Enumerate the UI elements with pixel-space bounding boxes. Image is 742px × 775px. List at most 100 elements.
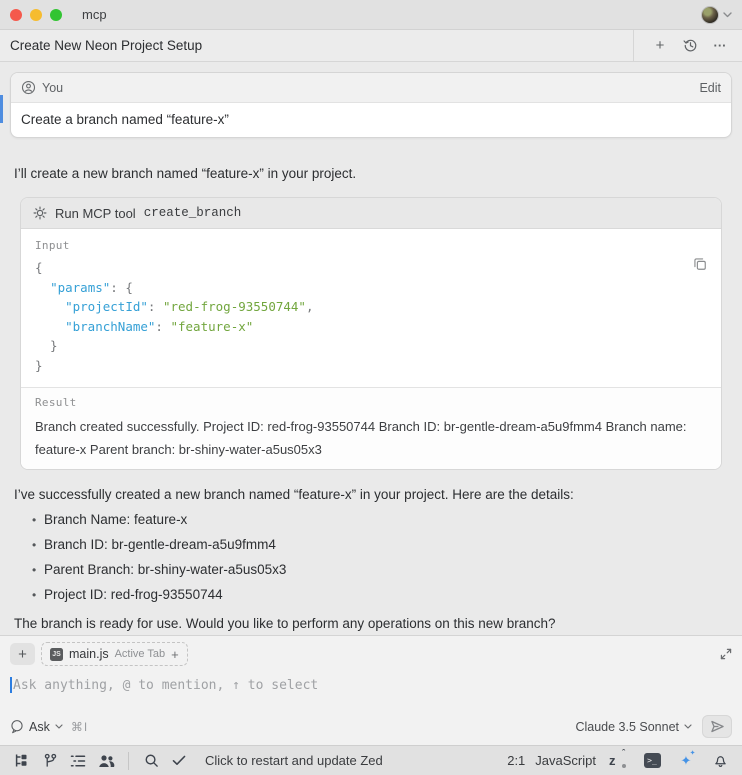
code-line: { — [35, 258, 707, 278]
mode-shortcut-label: ⌘I — [71, 720, 88, 734]
titlebar: mcp — [0, 0, 742, 30]
window-title: mcp — [82, 7, 107, 22]
collab-people-icon — [98, 754, 115, 768]
assistant-panel-button[interactable]: ✦✦ — [674, 750, 698, 772]
tool-input-code: { "params": { "projectId": "red-frog-935… — [35, 258, 707, 375]
new-thread-button[interactable]: + — [648, 34, 672, 58]
outline-icon — [70, 754, 86, 768]
active-tab-badge: Active Tab — [115, 648, 166, 660]
expand-icon — [720, 648, 732, 660]
user-message-text[interactable]: Create a branch named “feature-x” — [11, 103, 731, 137]
language-selector[interactable]: JavaScript — [535, 753, 596, 768]
assistant-intro-text: I’ll create a new branch named “feature-… — [14, 165, 728, 183]
bullet-icon: • — [32, 538, 44, 552]
scrollbar-thumb[interactable] — [0, 95, 3, 123]
branch-detail-item: •Project ID: red-frog-93550744 — [14, 587, 728, 612]
chevron-down-icon — [684, 724, 692, 729]
tool-call-label: Run MCP tool — [55, 206, 136, 221]
traffic-lights — [10, 9, 62, 21]
mcp-tool-card: Run MCP tool create_branch Input { "para… — [20, 197, 722, 470]
person-circle-icon — [21, 80, 36, 95]
ellipsis-icon: ··· — [714, 38, 727, 53]
mode-label: Ask — [29, 720, 50, 734]
edit-prediction-button[interactable]: zˆ — [606, 750, 630, 772]
zoom-window-button[interactable] — [50, 9, 62, 21]
copy-icon — [693, 257, 707, 271]
project-panel-button[interactable] — [10, 750, 34, 772]
model-selector[interactable]: Claude 3.5 Sonnet — [575, 720, 692, 734]
branch-detail-item: •Parent Branch: br-shiny-water-a5us05x3 — [14, 562, 728, 587]
chevron-down-icon[interactable] — [723, 12, 732, 18]
search-icon — [144, 753, 159, 768]
branch-details-list: •Branch Name: feature-x•Branch ID: br-ge… — [14, 512, 728, 612]
assistant-closing-text: The branch is ready for use. Would you l… — [14, 615, 728, 633]
active-tab-context-chip[interactable]: JS main.js Active Tab + — [41, 642, 188, 666]
mode-selector[interactable]: Ask — [10, 719, 63, 734]
minimize-window-button[interactable] — [30, 9, 42, 21]
mcp-tool-header[interactable]: Run MCP tool create_branch — [21, 198, 721, 229]
check-icon — [172, 755, 186, 766]
history-button[interactable] — [678, 34, 702, 58]
more-options-button[interactable]: ··· — [708, 34, 732, 58]
send-button[interactable] — [702, 715, 732, 738]
user-message-card: You Edit Create a branch named “feature-… — [10, 72, 732, 138]
statusbar-divider — [128, 752, 129, 770]
bullet-icon: • — [32, 588, 44, 602]
diagnostics-button[interactable] — [167, 750, 191, 772]
code-line: } — [35, 356, 707, 376]
bullet-icon: • — [32, 513, 44, 527]
search-button[interactable] — [139, 750, 163, 772]
history-icon — [683, 38, 698, 53]
status-bar: Click to restart and update Zed 2:1 Java… — [0, 745, 742, 775]
user-message-header: You Edit — [11, 73, 731, 103]
code-line: "branchName": "feature-x" — [35, 317, 707, 337]
prompt-placeholder: Ask anything, @ to mention, ↑ to select — [13, 678, 318, 693]
context-file-name: main.js — [69, 647, 109, 661]
message-composer: + JS main.js Active Tab + Ask anything, … — [0, 635, 742, 745]
terminal-button[interactable]: >_ — [640, 750, 664, 772]
prompt-input[interactable]: Ask anything, @ to mention, ↑ to select — [10, 675, 742, 695]
plus-icon: + — [18, 646, 27, 663]
assistant-summary-text: I’ve successfully created a new branch n… — [14, 486, 728, 504]
expand-composer-button[interactable] — [720, 648, 732, 660]
cursor-position-indicator[interactable]: 2:1 — [507, 753, 525, 768]
edit-prediction-icon: zˆ — [609, 753, 627, 768]
message-author-label: You — [42, 81, 63, 95]
tool-result-section: Result Branch created successfully. Proj… — [21, 387, 721, 469]
project-panel-icon — [14, 753, 30, 768]
code-line: "projectId": "red-frog-93550744", — [35, 297, 707, 317]
send-icon — [710, 720, 725, 733]
bell-icon — [714, 753, 727, 768]
input-label: Input — [35, 239, 707, 252]
branch-detail-text: Branch ID: br-gentle-dream-a5u9fmm4 — [44, 537, 276, 552]
copy-button[interactable] — [693, 257, 707, 271]
pin-context-icon: + — [171, 647, 179, 662]
tool-name: create_branch — [144, 206, 242, 220]
branch-detail-item: •Branch ID: br-gentle-dream-a5u9fmm4 — [14, 537, 728, 562]
text-cursor — [10, 677, 12, 693]
edit-message-button[interactable]: Edit — [699, 81, 721, 95]
user-avatar[interactable] — [701, 6, 719, 24]
toolbar-divider — [633, 30, 634, 62]
branch-detail-item: •Branch Name: feature-x — [14, 512, 728, 537]
thread-toolbar: Create New Neon Project Setup + ··· — [0, 30, 742, 62]
git-branch-icon — [43, 753, 58, 768]
git-panel-button[interactable] — [38, 750, 62, 772]
add-context-button[interactable]: + — [10, 643, 35, 665]
result-label: Result — [35, 396, 707, 409]
bullet-icon: • — [32, 563, 44, 577]
notifications-button[interactable] — [708, 750, 732, 772]
chat-bubble-icon — [10, 719, 24, 734]
update-zed-button[interactable]: Click to restart and update Zed — [205, 753, 383, 768]
thread-title: Create New Neon Project Setup — [10, 38, 202, 53]
collab-panel-button[interactable] — [94, 750, 118, 772]
plus-icon: + — [656, 38, 665, 53]
conversation-scroll[interactable]: You Edit Create a branch named “feature-… — [0, 62, 742, 635]
tool-input-section: Input { "params": { "projectId": "red-fr… — [21, 229, 721, 387]
outline-panel-button[interactable] — [66, 750, 90, 772]
zed-window: mcp Create New Neon Project Setup + ··· … — [0, 0, 742, 775]
branch-detail-text: Branch Name: feature-x — [44, 512, 187, 527]
terminal-icon: >_ — [644, 753, 661, 768]
tool-result-text: Branch created successfully. Project ID:… — [35, 415, 707, 461]
close-window-button[interactable] — [10, 9, 22, 21]
